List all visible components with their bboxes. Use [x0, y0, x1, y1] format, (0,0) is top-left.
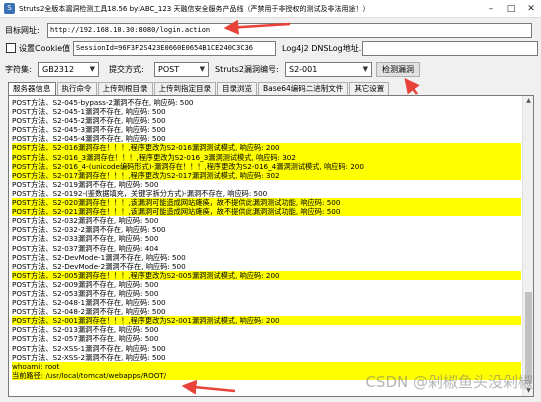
log-line: POST方法、S2-016漏洞存在！！！,程序更改为S2-016漏洞测试模式, …: [12, 143, 521, 153]
log-line: POST方法、S2-001漏洞存在！！！,程序更改为S2-001漏洞测试模式, …: [12, 316, 521, 326]
vertical-scrollbar[interactable]: ▲ ▼: [522, 96, 533, 396]
log-line: POST方法、S2-032漏洞不存在, 响应码: 500: [12, 216, 159, 226]
log-line: POST方法、S2-016_4-(unicode编码形式)-漏洞存在！！！,程序…: [12, 161, 521, 171]
chevron-down-icon: ▼: [199, 64, 205, 73]
check-vuln-button[interactable]: 检测漏洞: [376, 61, 420, 77]
tab-3[interactable]: 上传到指定目录: [153, 82, 216, 95]
log-line: POST方法、S2-057漏洞不存在, 响应码: 500: [12, 334, 159, 344]
chevron-down-icon: ▼: [89, 64, 95, 73]
log-line: POST方法、S2-XSS-2漏洞不存在, 响应码: 500: [12, 352, 166, 362]
log-line: POST方法、S2-033漏洞不存在, 响应码: 500: [12, 234, 159, 244]
vuln-select[interactable]: S2-001 ▼: [285, 61, 372, 77]
tab-0[interactable]: 服务器信息: [8, 82, 56, 95]
log-line: whoami: root: [12, 361, 521, 371]
log-output[interactable]: POST方法、S2-045-bypass-2漏洞不存在, 响应码: 500 POS…: [8, 95, 534, 397]
log-line: POST方法、S2-019漏洞不存在, 响应码: 500: [12, 179, 159, 189]
vuln-label: Struts2漏洞编号:: [215, 64, 279, 74]
watermark: CSDN @剁椒鱼头没剁椒: [365, 373, 533, 391]
chevron-down-icon: ▼: [362, 64, 368, 73]
method-value: POST: [158, 64, 180, 74]
tab-5[interactable]: Base64编码二进制文件: [258, 82, 349, 95]
window-title: Struts2全版本漏洞检测工具18.56 by:ABC_123 天融信安全服务…: [19, 4, 370, 13]
log-line: POST方法、S2-XSS-1漏洞不存在, 响应码: 500: [12, 343, 166, 353]
maximize-icon[interactable]: □: [501, 0, 521, 18]
cookie-input[interactable]: SessionId=96F3F2S423E0660E0654B1CE240C3C…: [73, 40, 276, 56]
window-controls: – □ ✕: [481, 0, 541, 18]
options-row: 字符集: GB2312 ▼ 提交方式: POST ▼ Struts2漏洞编号: …: [0, 61, 541, 77]
charset-select[interactable]: GB2312 ▼: [38, 61, 99, 77]
dnslog-input[interactable]: [362, 40, 538, 56]
log-line: POST方法、S2-037漏洞不存在, 响应码: 404: [12, 243, 159, 253]
log-line: POST方法、S2-045-bypass-2漏洞不存在, 响应码: 500: [12, 98, 194, 107]
log-lines: POST方法、S2-045-bypass-2漏洞不存在, 响应码: 500 POS…: [12, 98, 521, 380]
method-label: 提交方式:: [109, 64, 144, 74]
cookie-checkbox[interactable]: [6, 43, 16, 53]
method-select[interactable]: POST ▼: [154, 61, 209, 77]
log-line: POST方法、S2-021漏洞存在！！！,该漏洞可能造成网站瘫痪，故不提供此漏洞…: [12, 207, 521, 217]
log-line: POST方法、S2-045-1漏洞不存在, 响应码: 500: [12, 107, 166, 117]
tab-2[interactable]: 上传到根目录: [97, 82, 153, 95]
scroll-up-icon[interactable]: ▲: [523, 96, 533, 106]
url-label: 目标网址:: [5, 25, 40, 35]
close-icon[interactable]: ✕: [521, 0, 541, 18]
log-line: POST方法、S2-020漏洞存在！！！,该漏洞可能造成网站瘫痪，故不提供此漏洞…: [12, 198, 521, 208]
tab-bar: 服务器信息 执行命令 上传到根目录 上传到指定目录 目录浏览 Base64编码二进制文件其…: [8, 82, 390, 95]
tab-1[interactable]: 执行命令: [56, 82, 97, 95]
log-line: POST方法、S2-DevMode-2漏洞不存在, 响应码: 500: [12, 261, 186, 271]
charset-label: 字符集:: [5, 64, 32, 74]
cookie-row: 设置Cookie值 SessionId=96F3F2S423E0660E0654…: [0, 40, 541, 56]
title-bar: S Struts2全版本漏洞检测工具18.56 by:ABC_123 天融信安全…: [0, 0, 541, 18]
log-line: POST方法、S2-009漏洞不存在, 响应码: 500: [12, 279, 159, 289]
log-line: POST方法、S2-045-3漏洞不存在, 响应码: 500: [12, 125, 166, 135]
log-line: POST方法、S2-053漏洞不存在, 响应码: 500: [12, 288, 159, 298]
log-line: POST方法、S2-013漏洞不存在, 响应码: 500: [12, 325, 159, 335]
tab-6[interactable]: 其它设置: [349, 82, 390, 95]
arrow-to-check-button: [404, 78, 420, 95]
log-line: POST方法、S2-017漏洞存在！！！,程序更改为S2-017漏洞测试模式, …: [12, 170, 521, 180]
log-line: POST方法、S2-045-4漏洞不存在, 响应码: 500: [12, 134, 166, 144]
log-line: POST方法、S2-005漏洞存在！！！,程序更改为S2-005漏洞测试模式, …: [12, 270, 521, 280]
log-line: POST方法、S2-DevMode-1漏洞不存在, 响应码: 500: [12, 252, 186, 262]
log-line: POST方法、S2-048-2漏洞不存在, 响应码: 500: [12, 307, 166, 317]
log-line: POST方法、S2-032-2漏洞不存在, 响应码: 500: [12, 225, 166, 235]
cookie-checkbox-label: 设置Cookie值: [19, 43, 71, 53]
log-line: POST方法、S2-045-2漏洞不存在, 响应码: 500: [12, 116, 166, 126]
app-icon: S: [4, 3, 15, 14]
log-line: POST方法、S2-016_3漏洞存在！！！,程序更改为S2-016_3漏洞测试…: [12, 152, 521, 162]
vuln-value: S2-001: [289, 64, 318, 74]
log-line: POST方法、S2-048-1漏洞不存在, 响应码: 500: [12, 298, 166, 308]
dnslog-button[interactable]: Log4j2 DNSLog地址...: [282, 43, 366, 54]
log-line: POST方法、S2-0192-(鉴数据填充，关键字拆分方式)-漏洞不存在, 响应…: [12, 188, 268, 198]
charset-value: GB2312: [42, 64, 75, 74]
tab-4[interactable]: 目录浏览: [217, 82, 257, 95]
minimize-icon[interactable]: –: [481, 0, 501, 18]
url-input[interactable]: http://192.168.10.30:8080/login.action: [47, 22, 532, 38]
url-row: 目标网址: http://192.168.10.30:8080/login.ac…: [0, 22, 541, 38]
